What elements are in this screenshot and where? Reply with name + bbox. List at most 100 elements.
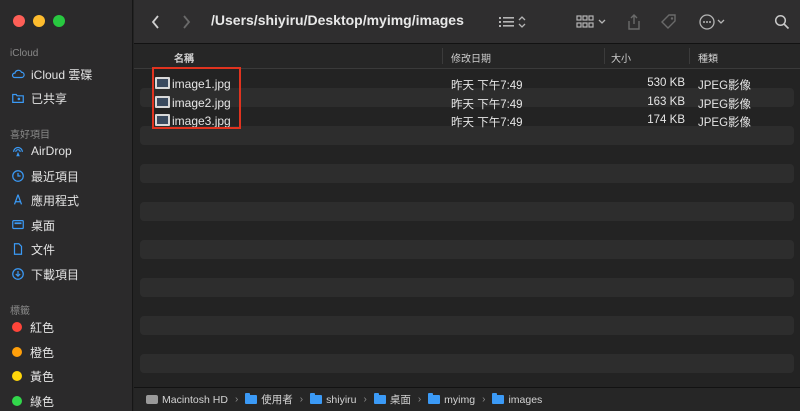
sidebar-item-label: 紅色 [30, 320, 55, 335]
document-icon [10, 242, 25, 257]
file-kind: JPEG影像 [698, 99, 752, 111]
download-icon [10, 267, 25, 282]
applications-icon [10, 193, 25, 208]
column-name-header[interactable]: 名稱 [174, 50, 194, 65]
sidebar-item-label: 橙色 [30, 345, 55, 360]
path-segment-home[interactable]: shiyiru [310, 393, 357, 406]
tag-icon [661, 14, 676, 29]
desktop-icon [10, 218, 25, 233]
folder-icon [373, 393, 386, 404]
cloud-icon [10, 67, 25, 82]
sidebar-item-shared[interactable]: 已共享 [10, 88, 67, 108]
search-button[interactable] [774, 12, 790, 32]
sidebar-item-label: 已共享 [31, 91, 68, 106]
row-stripe [140, 278, 794, 297]
path-segment-myimg[interactable]: myimg [428, 393, 476, 406]
group-button[interactable] [576, 12, 608, 32]
sidebar-item-desktop[interactable]: 桌面 [10, 215, 55, 235]
zoom-window-button[interactable] [53, 15, 65, 27]
orange-tag-dot-icon [12, 347, 22, 357]
share-icon [628, 14, 640, 30]
sidebar-item-label: 應用程式 [31, 193, 80, 208]
path-segment-images[interactable]: images [492, 393, 543, 406]
sidebar-item-label: 文件 [31, 242, 56, 257]
column-divider[interactable] [604, 48, 605, 64]
column-header: 名稱 修改日期 大小 種類 [134, 44, 800, 69]
sidebar-item-label: AirDrop [31, 144, 72, 158]
list-view-button[interactable] [498, 12, 528, 32]
sidebar-item-airdrop[interactable]: AirDrop [10, 141, 72, 161]
clock-icon [10, 169, 25, 184]
column-date-header[interactable]: 修改日期 [451, 50, 491, 65]
path-label: myimg [444, 393, 476, 406]
column-divider[interactable] [442, 48, 443, 64]
share-button[interactable] [626, 12, 642, 32]
column-divider[interactable] [689, 48, 690, 64]
folder-icon [245, 393, 258, 404]
path-segment-disk[interactable]: Macintosh HD [146, 394, 228, 406]
airdrop-icon [10, 144, 25, 159]
sidebar-item-applications[interactable]: 應用程式 [10, 190, 79, 210]
sidebar-section-icloud: iCloud [10, 48, 39, 59]
sidebar-tag-red[interactable]: 紅色 [10, 317, 54, 337]
sidebar-item-label: 黃色 [30, 369, 55, 384]
column-kind-header[interactable]: 種類 [698, 50, 718, 65]
sidebar-item-label: 最近項目 [31, 169, 80, 184]
path-label: shiyiru [326, 393, 357, 406]
hard-drive-icon [146, 395, 158, 404]
chevron-left-icon [151, 15, 159, 29]
row-stripe [140, 354, 794, 373]
file-size: 530 KB [647, 77, 685, 89]
forward-button[interactable] [180, 12, 192, 32]
path-segment-users[interactable]: 使用者 [245, 392, 293, 407]
chevron-right-icon: › [299, 394, 304, 405]
sidebar-item-documents[interactable]: 文件 [10, 239, 55, 259]
sidebar-item-label: 綠色 [30, 394, 55, 409]
annotation-highlight-box [152, 67, 241, 129]
sidebar-tag-orange[interactable]: 橙色 [10, 342, 54, 362]
finder-window: iCloud iCloud 雲碟 已共享 喜好項目 AirDrop 最近項目 應… [0, 0, 800, 411]
file-size: 163 KB [647, 96, 685, 108]
list-view-icon [499, 16, 526, 28]
close-window-button[interactable] [13, 15, 25, 27]
back-button[interactable] [150, 12, 162, 32]
folder-icon [492, 393, 505, 404]
group-grid-icon [576, 15, 606, 28]
sidebar-tag-yellow[interactable]: 黃色 [10, 366, 54, 386]
path-bar: Macintosh HD › 使用者 › shiyiru › 桌面 › myim… [134, 387, 800, 411]
path-label: 桌面 [389, 394, 411, 406]
folder-icon [428, 393, 441, 404]
sidebar-tag-green[interactable]: 綠色 [10, 391, 54, 411]
sidebar-item-recents[interactable]: 最近項目 [10, 166, 79, 186]
sidebar-item-downloads[interactable]: 下載項目 [10, 264, 79, 284]
path-label: images [508, 393, 543, 406]
action-menu-button[interactable] [698, 12, 728, 32]
column-size-header[interactable]: 大小 [611, 50, 631, 65]
file-kind: JPEG影像 [698, 80, 752, 92]
tag-button[interactable] [660, 12, 678, 32]
toolbar: /Users/shiyiru/Desktop/myimg/images [134, 0, 800, 44]
sidebar-item-label: 桌面 [31, 218, 56, 233]
window-controls [13, 15, 65, 27]
file-date: 昨天 下午7:49 [451, 80, 523, 92]
window-title: /Users/shiyiru/Desktop/myimg/images [211, 12, 464, 28]
row-stripe [140, 316, 794, 335]
file-kind: JPEG影像 [698, 117, 752, 129]
chevron-right-icon: › [417, 394, 422, 405]
file-date: 昨天 下午7:49 [451, 99, 523, 111]
more-actions-icon [699, 14, 725, 30]
yellow-tag-dot-icon [12, 371, 22, 381]
sidebar-section-tags: 標籤 [10, 306, 30, 317]
sidebar-item-icloud-drive[interactable]: iCloud 雲碟 [10, 64, 92, 84]
green-tag-dot-icon [12, 396, 22, 406]
path-segment-desktop[interactable]: 桌面 [373, 392, 411, 407]
row-stripe [140, 164, 794, 183]
chevron-right-icon [183, 15, 191, 29]
file-size: 174 KB [647, 114, 685, 126]
chevron-right-icon: › [482, 394, 486, 405]
row-stripe [140, 240, 794, 259]
minimize-window-button[interactable] [33, 15, 45, 27]
row-stripe [140, 202, 794, 221]
red-tag-dot-icon [12, 322, 22, 332]
chevron-right-icon: › [234, 394, 239, 405]
